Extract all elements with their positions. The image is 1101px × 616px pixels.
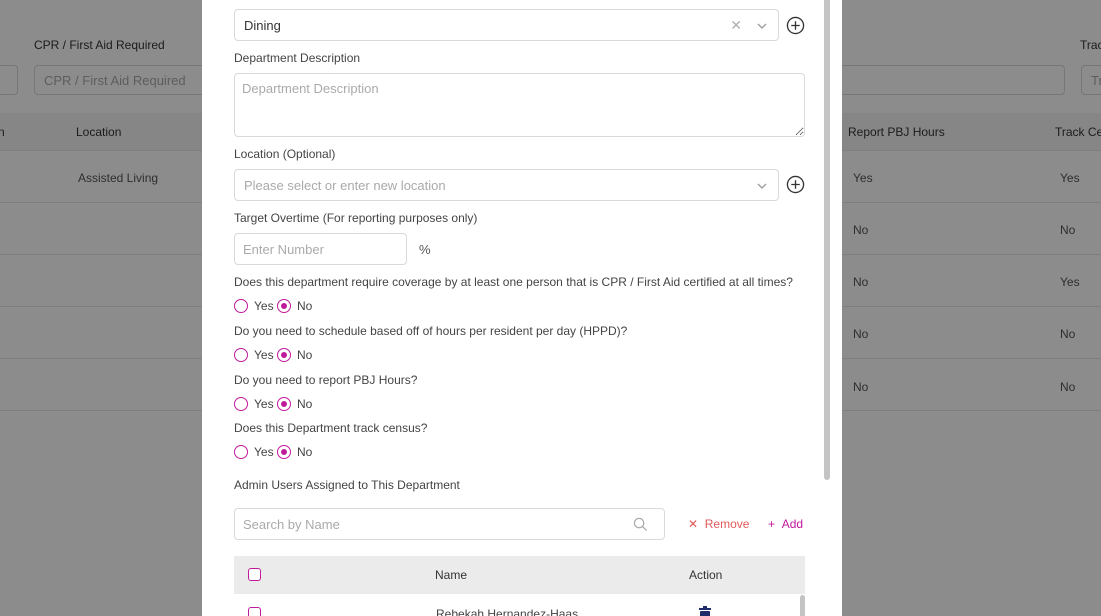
location-select[interactable]: Please select or enter new location [234, 169, 779, 201]
radio-label-yes: Yes [254, 397, 274, 411]
census-yes-radio[interactable] [234, 445, 248, 459]
edit-department-modal: Dining ✕ Department Description Location… [202, 0, 842, 616]
remove-admin-button[interactable]: ✕ Remove [688, 517, 749, 531]
radio-label-no: No [297, 445, 313, 459]
action-column-header: Action [689, 568, 723, 582]
pbj-yes-radio[interactable] [234, 397, 248, 411]
percent-unit: % [419, 242, 431, 257]
plus-icon: + [768, 517, 776, 531]
department-select[interactable]: Dining ✕ [234, 9, 779, 41]
radio-label-yes: Yes [254, 445, 274, 459]
radio-label-yes: Yes [254, 299, 274, 313]
cpr-coverage-no-radio[interactable] [277, 299, 291, 313]
search-icon [633, 517, 648, 532]
admin-search-input[interactable]: Search by Name [234, 508, 665, 540]
add-admin-button[interactable]: + Add [768, 517, 803, 531]
cpr-coverage-question: Does this department require coverage by… [234, 275, 793, 289]
location-label: Location (Optional) [234, 147, 336, 161]
description-label: Department Description [234, 51, 361, 65]
admin-users-label: Admin Users Assigned to This Department [234, 478, 460, 492]
admin-search-placeholder: Search by Name [243, 517, 340, 532]
table-scrollbar[interactable] [800, 595, 805, 616]
table-row: Rebekah Hernandez-Haas [234, 594, 805, 616]
trash-icon[interactable] [698, 606, 712, 616]
remove-label: Remove [704, 517, 750, 531]
pbj-question: Do you need to report PBJ Hours? [234, 373, 418, 387]
radio-label-no: No [297, 397, 313, 411]
hppd-no-radio[interactable] [277, 348, 291, 362]
hppd-question: Do you need to schedule based off of hou… [234, 324, 628, 338]
location-select-placeholder: Please select or enter new location [244, 178, 446, 193]
department-select-value: Dining [244, 18, 281, 33]
modal-scrollbar[interactable] [824, 0, 830, 480]
radio-label-yes: Yes [254, 348, 274, 362]
remove-icon: ✕ [688, 517, 699, 531]
chevron-down-icon [757, 183, 767, 189]
description-textarea[interactable] [234, 73, 805, 137]
cpr-coverage-yes-radio[interactable] [234, 299, 248, 313]
select-all-checkbox[interactable] [248, 568, 261, 581]
admin-table-header: Name Action [234, 556, 805, 594]
add-label: Add [781, 517, 804, 531]
pbj-no-radio[interactable] [277, 397, 291, 411]
radio-label-no: No [297, 299, 313, 313]
admin-name: Rebekah Hernandez-Haas [436, 607, 579, 616]
chevron-down-icon [757, 23, 767, 29]
add-department-icon[interactable] [786, 16, 805, 35]
census-question: Does this Department track census? [234, 421, 428, 435]
target-overtime-label: Target Overtime (For reporting purposes … [234, 211, 478, 225]
target-overtime-input[interactable] [234, 233, 407, 265]
hppd-yes-radio[interactable] [234, 348, 248, 362]
census-no-radio[interactable] [277, 445, 291, 459]
clear-icon[interactable]: ✕ [730, 18, 742, 32]
add-location-icon[interactable] [786, 175, 805, 194]
radio-label-no: No [297, 348, 313, 362]
row-checkbox[interactable] [248, 607, 261, 616]
name-column-header: Name [435, 568, 468, 582]
